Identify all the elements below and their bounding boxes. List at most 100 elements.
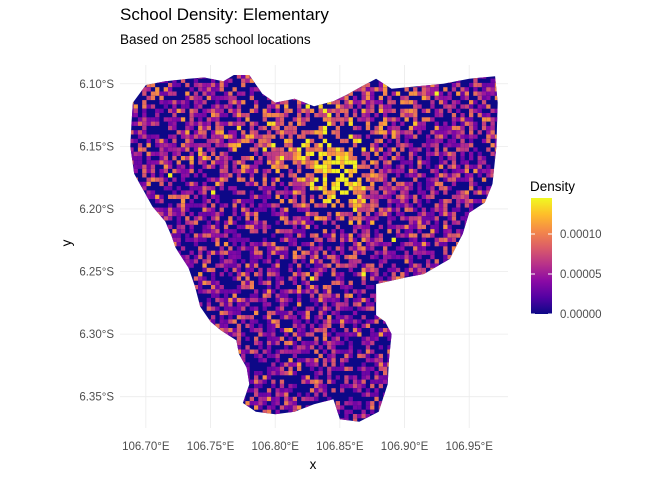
density-cell xyxy=(353,423,357,427)
density-cell xyxy=(438,272,444,277)
density-cell xyxy=(146,345,151,350)
density-cell xyxy=(147,70,151,74)
density-cell xyxy=(383,285,388,290)
density-cell xyxy=(241,280,246,285)
density-cell xyxy=(292,130,297,135)
density-cell xyxy=(150,134,156,139)
density-cell xyxy=(249,177,254,182)
density-cell xyxy=(451,336,457,341)
density-cell xyxy=(357,388,362,393)
density-cell xyxy=(301,259,306,264)
density-cell xyxy=(223,371,229,376)
density-cell xyxy=(460,366,465,371)
density-cell xyxy=(477,186,482,191)
density-cell xyxy=(400,168,405,174)
density-cell xyxy=(133,401,138,406)
density-cell xyxy=(254,263,259,268)
density-cell xyxy=(241,82,246,88)
density-cell xyxy=(176,233,181,238)
density-cell xyxy=(404,366,409,371)
density-cell xyxy=(494,194,498,199)
density-cell xyxy=(374,70,378,74)
density-cell xyxy=(236,113,242,118)
density-cell xyxy=(176,224,181,230)
density-cell xyxy=(383,328,388,333)
density-cell xyxy=(322,409,328,414)
density-cell xyxy=(451,418,457,422)
density-cell xyxy=(258,186,263,191)
density-cell xyxy=(293,423,297,427)
density-cell xyxy=(481,237,487,242)
density-cell xyxy=(305,113,310,118)
density-cell xyxy=(185,220,190,225)
density-cell xyxy=(159,216,164,221)
density-cell xyxy=(327,246,332,251)
density-cell xyxy=(481,117,487,122)
density-cell xyxy=(494,108,498,113)
density-cell xyxy=(309,323,315,328)
density-cell xyxy=(370,199,375,204)
density-cell xyxy=(404,224,409,230)
density-cell xyxy=(451,113,457,118)
density-cell xyxy=(301,199,306,204)
density-cell xyxy=(159,138,164,144)
density-cell xyxy=(404,117,409,122)
density-cell xyxy=(503,160,507,164)
density-cell xyxy=(434,315,439,320)
density-cell xyxy=(159,293,164,298)
density-cell xyxy=(292,147,297,152)
density-cell xyxy=(236,177,242,182)
density-cell xyxy=(228,340,233,346)
density-cell xyxy=(172,229,177,234)
density-cell xyxy=(150,216,156,221)
density-cell xyxy=(279,173,285,178)
density-cell xyxy=(301,207,306,212)
density-cell xyxy=(456,78,461,83)
density-cell xyxy=(473,353,478,359)
density-cell xyxy=(284,194,289,199)
density-cell xyxy=(279,216,285,221)
density-cell xyxy=(481,95,487,101)
density-cell xyxy=(365,216,371,221)
density-cell xyxy=(421,121,426,126)
density-cell xyxy=(223,233,229,238)
density-cell xyxy=(279,379,285,384)
density-cell xyxy=(159,173,164,178)
density-cell xyxy=(185,323,190,328)
density-cell xyxy=(193,121,199,126)
density-cell xyxy=(146,168,151,174)
density-cell xyxy=(387,194,392,199)
density-cell xyxy=(241,190,246,195)
density-cell xyxy=(137,242,143,247)
density-cell xyxy=(383,375,388,380)
density-cell xyxy=(309,151,315,156)
density-cell xyxy=(451,156,457,161)
density-cell xyxy=(340,280,345,285)
density-cell xyxy=(322,186,328,191)
density-cell xyxy=(180,130,186,135)
density-cell xyxy=(408,151,414,156)
density-cell xyxy=(434,147,439,152)
density-cell xyxy=(499,221,503,225)
density-cell xyxy=(271,186,276,191)
density-cell xyxy=(413,147,418,152)
density-cell xyxy=(228,302,233,307)
density-cell xyxy=(228,332,233,337)
density-cell xyxy=(271,203,276,208)
density-cell xyxy=(137,401,143,406)
density-cell xyxy=(426,297,431,303)
density-cell xyxy=(438,242,444,247)
density-cell xyxy=(137,147,143,152)
density-cell xyxy=(413,220,418,225)
density-cell xyxy=(460,125,465,131)
density-cell xyxy=(232,121,237,126)
density-cell xyxy=(344,297,349,303)
density-cell xyxy=(486,203,491,208)
density-cell xyxy=(125,423,129,427)
density-cell xyxy=(254,147,259,152)
density-cell xyxy=(357,349,362,354)
density-cell xyxy=(352,199,358,204)
density-cell xyxy=(383,194,388,199)
density-cell xyxy=(266,392,272,397)
density-cell xyxy=(490,409,495,414)
